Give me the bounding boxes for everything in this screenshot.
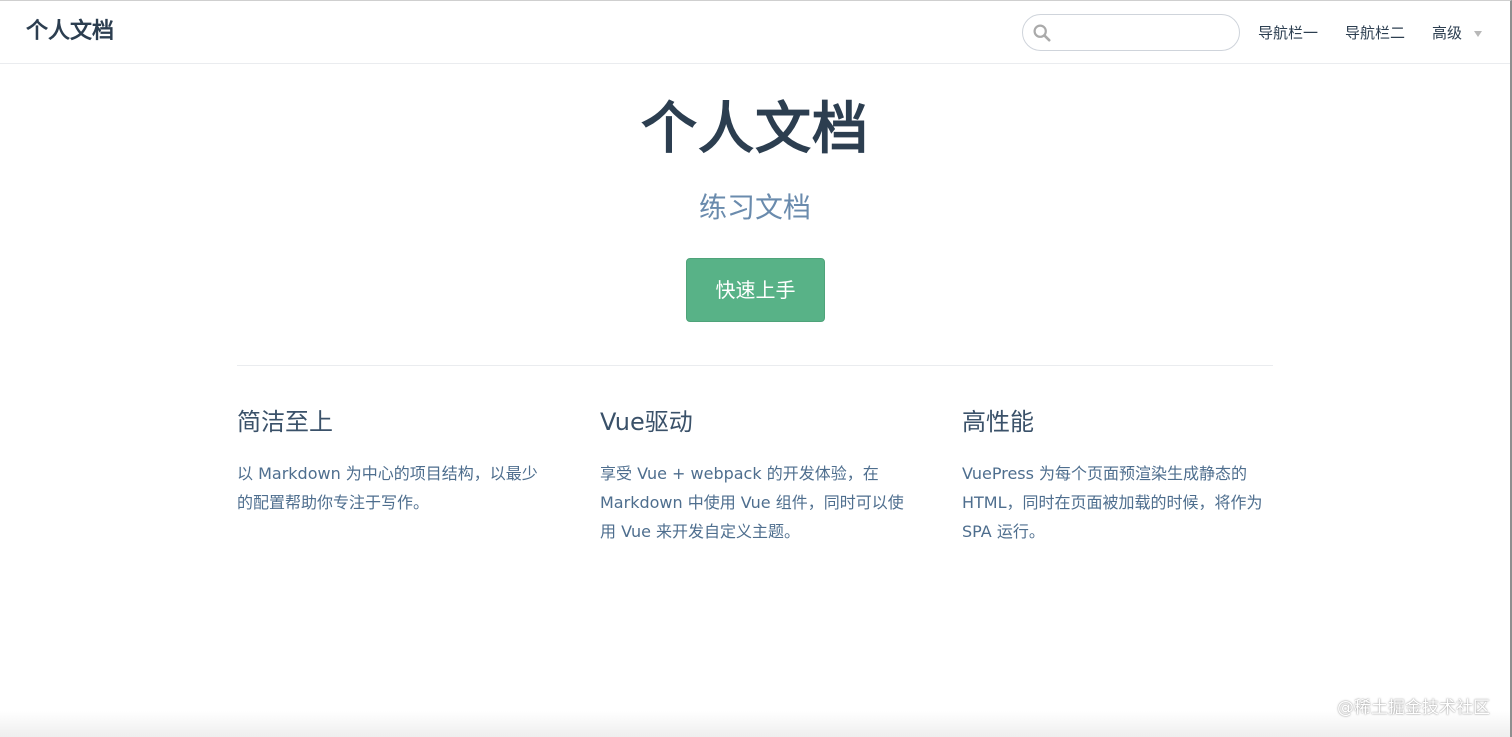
feature-card: 高性能 VuePress 为每个页面预渲染生成静态的 HTML，同时在页面被加载… — [962, 401, 1272, 546]
feature-title: 高性能 — [962, 408, 1034, 436]
bottom-shadow — [0, 711, 1510, 737]
feature-card: 简洁至上 以 Markdown 为中心的项目结构，以最少的配置帮助你专注于写作。 — [237, 401, 547, 517]
nav-links: 导航栏一 导航栏二 高级 — [1258, 21, 1483, 45]
search-box[interactable] — [1022, 14, 1240, 51]
hero-title: 个人文档 — [641, 97, 869, 162]
nav-dropdown-advanced[interactable]: 高级 — [1432, 21, 1483, 45]
nav-dropdown-label: 高级 — [1432, 24, 1463, 42]
features-divider — [237, 365, 1273, 366]
feature-details: VuePress 为每个页面预渲染生成静态的 HTML，同时在页面被加载的时候，… — [962, 464, 1263, 541]
search-input[interactable] — [1057, 19, 1233, 46]
chevron-down-icon — [1474, 31, 1483, 37]
hero-description: 练习文档 — [698, 191, 811, 224]
feature-title: Vue驱动 — [600, 408, 693, 436]
feature-title: 简洁至上 — [237, 408, 333, 436]
get-started-button[interactable]: 快速上手 — [686, 258, 825, 322]
feature-details: 以 Markdown 为中心的项目结构，以最少的配置帮助你专注于写作。 — [237, 464, 538, 512]
nav-link-1[interactable]: 导航栏一 — [1258, 21, 1318, 45]
browser-viewport: 个人文档 导航栏一 导航栏二 高级 个人文档 练习文档 快速上手 简洁至上 以 … — [0, 0, 1512, 737]
search-icon — [1033, 24, 1051, 42]
feature-card: Vue驱动 享受 Vue + webpack 的开发体验，在 Markdown … — [600, 401, 910, 546]
watermark-text: @稀土掘金技术社区 — [1337, 698, 1490, 718]
site-name-link[interactable]: 个人文档 — [26, 17, 114, 47]
feature-details: 享受 Vue + webpack 的开发体验，在 Markdown 中使用 Vu… — [600, 464, 904, 541]
nav-link-2[interactable]: 导航栏二 — [1345, 21, 1405, 45]
navbar: 个人文档 导航栏一 导航栏二 高级 — [0, 1, 1510, 64]
